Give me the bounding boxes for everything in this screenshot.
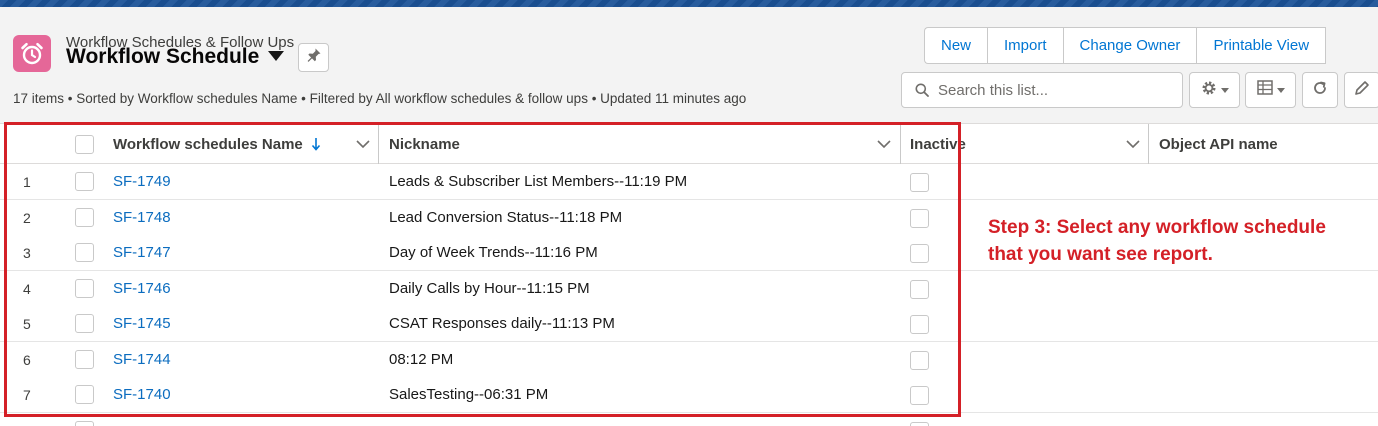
sort-descending-icon bbox=[311, 137, 321, 151]
new-button[interactable]: New bbox=[925, 28, 989, 63]
search-input[interactable] bbox=[938, 79, 1178, 101]
inactive-checkbox bbox=[910, 315, 929, 334]
row-number: 2 bbox=[23, 210, 31, 226]
row-number: 3 bbox=[23, 245, 31, 261]
list-actions: New Import Change Owner Printable View bbox=[924, 27, 1327, 64]
search-box[interactable] bbox=[901, 72, 1183, 108]
list-settings-button[interactable] bbox=[1189, 72, 1240, 108]
inactive-checkbox bbox=[910, 280, 929, 299]
row-number: 7 bbox=[23, 387, 31, 403]
inactive-checkbox bbox=[910, 173, 929, 192]
inactive-checkbox bbox=[910, 386, 929, 405]
nickname-cell: SalesTesting--06:31 PM bbox=[389, 386, 549, 403]
inactive-checkbox bbox=[910, 244, 929, 263]
refresh-button[interactable] bbox=[1302, 72, 1338, 108]
import-button[interactable]: Import bbox=[988, 28, 1064, 63]
row-select-checkbox[interactable] bbox=[75, 350, 94, 369]
row-number: 5 bbox=[23, 316, 31, 332]
record-name-link[interactable]: SF-1740 bbox=[113, 386, 171, 403]
inline-edit-button[interactable] bbox=[1344, 72, 1378, 108]
chevron-down-icon bbox=[1220, 81, 1229, 99]
pin-list-view-button[interactable] bbox=[298, 43, 329, 72]
row-number: 1 bbox=[23, 174, 31, 190]
row-select-checkbox[interactable] bbox=[75, 314, 94, 333]
column-header-object-api-name[interactable]: Object API name bbox=[1159, 124, 1278, 164]
list-view-title[interactable]: Workflow Schedule bbox=[66, 45, 259, 69]
chevron-down-icon[interactable] bbox=[1126, 139, 1140, 149]
caret-down-icon[interactable] bbox=[268, 51, 284, 61]
chevron-down-icon[interactable] bbox=[356, 139, 370, 149]
pencil-icon bbox=[1354, 80, 1370, 101]
column-header-name-label: Workflow schedules Name bbox=[113, 135, 303, 153]
nickname-cell: Day of Week Trends--11:16 PM bbox=[389, 244, 598, 261]
table-header: Workflow schedules Name Nickname Inactiv… bbox=[0, 124, 1378, 164]
chevron-down-icon bbox=[1276, 81, 1285, 99]
inactive-checkbox bbox=[910, 351, 929, 370]
record-name-link[interactable]: SF-1747 bbox=[113, 244, 171, 261]
table-row[interactable]: 4 SF-1746 Daily Calls by Hour--11:15 PM bbox=[0, 271, 1378, 307]
annotation-text: Step 3: Select any workflow schedule tha… bbox=[988, 217, 1326, 265]
nickname-cell: Leads & Subscriber List Members--11:19 P… bbox=[389, 173, 688, 190]
column-header-inactive[interactable]: Inactive bbox=[910, 124, 966, 164]
row-number: 4 bbox=[23, 281, 31, 297]
record-name-link[interactable]: SF-1749 bbox=[113, 173, 171, 190]
nickname-cell: Lead Conversion Status--11:18 PM bbox=[389, 209, 623, 226]
column-header-nickname[interactable]: Nickname bbox=[389, 124, 460, 164]
column-divider[interactable] bbox=[900, 124, 901, 164]
row-select-checkbox[interactable] bbox=[75, 172, 94, 191]
table-row[interactable]: 5 SF-1745 CSAT Responses daily--11:13 PM bbox=[0, 306, 1378, 342]
select-all-checkbox[interactable] bbox=[75, 135, 94, 154]
table-row[interactable]: 6 SF-1744 08:12 PM bbox=[0, 342, 1378, 378]
pin-icon bbox=[306, 47, 322, 68]
record-name-link[interactable]: SF-1746 bbox=[113, 280, 171, 297]
table-icon bbox=[1256, 80, 1273, 100]
gear-icon bbox=[1201, 80, 1217, 101]
nickname-cell: Daily Calls by Hour--11:15 PM bbox=[389, 280, 590, 297]
printable-view-button[interactable]: Printable View bbox=[1197, 28, 1327, 63]
table-row-partial[interactable] bbox=[0, 413, 1378, 426]
record-name-link[interactable]: SF-1745 bbox=[113, 315, 171, 332]
inactive-checkbox bbox=[910, 209, 929, 228]
row-select-checkbox[interactable] bbox=[75, 279, 94, 298]
record-name-link[interactable]: SF-1748 bbox=[113, 209, 171, 226]
nickname-cell: CSAT Responses daily--11:13 PM bbox=[389, 315, 615, 332]
column-divider[interactable] bbox=[378, 124, 379, 164]
search-icon bbox=[915, 83, 929, 97]
global-header-bar bbox=[0, 0, 1378, 7]
chevron-down-icon[interactable] bbox=[877, 139, 891, 149]
table-row[interactable]: 1 SF-1749 Leads & Subscriber List Member… bbox=[0, 164, 1378, 200]
alarm-clock-icon bbox=[13, 35, 51, 72]
change-owner-button[interactable]: Change Owner bbox=[1064, 28, 1198, 63]
row-select-checkbox[interactable] bbox=[75, 385, 94, 404]
record-name-link[interactable]: SF-1744 bbox=[113, 351, 171, 368]
list-status: 17 items • Sorted by Workflow schedules … bbox=[13, 91, 747, 106]
row-select-checkbox[interactable] bbox=[75, 243, 94, 262]
nickname-cell: 08:12 PM bbox=[389, 351, 454, 368]
display-as-button[interactable] bbox=[1245, 72, 1296, 108]
column-header-name[interactable]: Workflow schedules Name bbox=[113, 124, 321, 164]
row-select-checkbox[interactable] bbox=[75, 208, 94, 227]
column-divider[interactable] bbox=[1148, 124, 1149, 164]
refresh-icon bbox=[1312, 80, 1328, 101]
inactive-checkbox bbox=[910, 422, 929, 426]
row-select-checkbox[interactable] bbox=[75, 421, 94, 426]
table-row[interactable]: 7 SF-1740 SalesTesting--06:31 PM bbox=[0, 377, 1378, 413]
row-number: 6 bbox=[23, 352, 31, 368]
